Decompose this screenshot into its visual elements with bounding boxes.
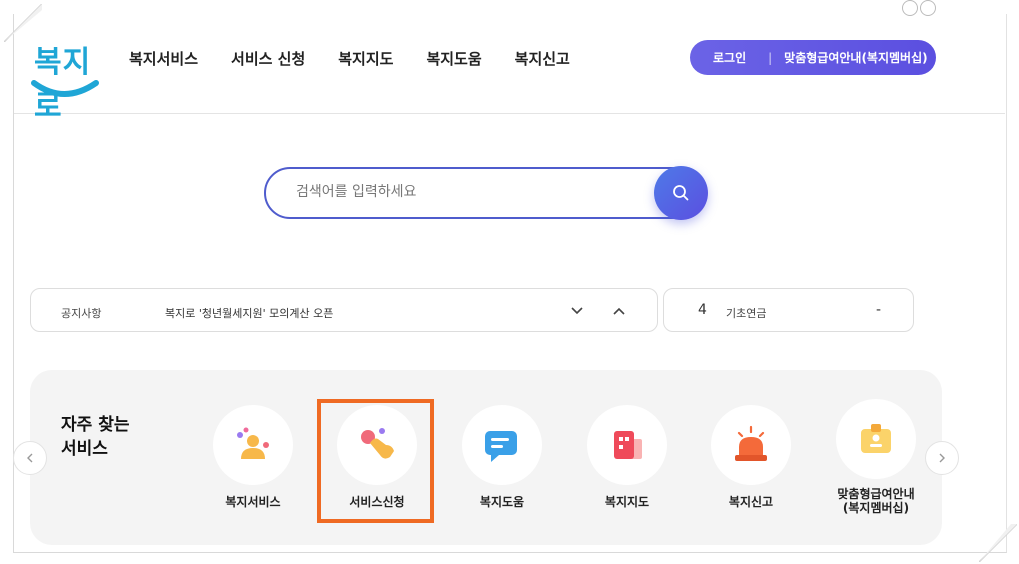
service-label: 복지도움 [479, 495, 525, 509]
panel-title: 자주 찾는 서비스 [61, 415, 130, 459]
search-box [264, 167, 704, 219]
service-label: 복지서비스 [225, 495, 281, 509]
login-button[interactable]: 로그인 [713, 49, 746, 66]
service-item-membership[interactable]: 맞춤형급여안내 (복지멤버십) [821, 399, 931, 515]
nav-welfare-service[interactable]: 복지서비스 [129, 48, 198, 69]
notice-link[interactable]: 복지로 '청년월세지원' 모의계산 오픈 [165, 305, 333, 321]
people-icon [237, 427, 269, 459]
highlight-box [317, 399, 434, 523]
nav-service-apply[interactable]: 서비스 신청 [231, 48, 305, 69]
search-input[interactable] [294, 183, 638, 201]
search-button[interactable] [654, 166, 708, 220]
notice-bar: 공지사항 복지로 '청년월세지원' 모의계산 오픈 [30, 288, 658, 332]
pill-divider: | [768, 50, 773, 65]
site-logo[interactable]: 복지로 [30, 37, 100, 124]
service-icon-circle [462, 405, 542, 485]
nav-welfare-report[interactable]: 복지신고 [515, 48, 570, 69]
service-icon-circle [836, 399, 916, 479]
service-icon-circle [711, 405, 791, 485]
ranking-title: 기초연금 [726, 307, 767, 320]
page-curl-decoration [979, 524, 1017, 562]
service-item-welfare-service[interactable]: 복지서비스 [198, 405, 308, 509]
service-icon-circle [213, 405, 293, 485]
nav-welfare-map[interactable]: 복지지도 [338, 48, 393, 69]
account-pill: 로그인 | 맞춤형급여안내(복지멤버십) [690, 40, 936, 75]
main-nav: 복지서비스 서비스 신청 복지지도 복지도움 복지신고 [129, 48, 603, 69]
search-icon [673, 185, 689, 201]
chevron-up-icon[interactable] [611, 303, 627, 319]
chat-bubble-icon [485, 431, 517, 462]
service-item-welfare-help[interactable]: 복지도움 [447, 405, 557, 509]
service-label: 맞춤형급여안내 (복지멤버십) [837, 487, 915, 515]
logo-smile-icon [31, 80, 99, 97]
site-header: 복지로 복지서비스 서비스 신청 복지지도 복지도움 복지신고 로그인 | 맞춤… [14, 15, 1005, 124]
chevron-right-icon [939, 453, 945, 463]
service-item-welfare-report[interactable]: 복지신고 [696, 405, 806, 509]
utility-circle-icon[interactable] [920, 0, 936, 16]
utility-bar [600, 0, 940, 16]
service-icon-circle [587, 405, 667, 485]
building-map-icon [614, 431, 642, 459]
chevron-left-icon [27, 453, 33, 463]
service-label: 복지지도 [604, 495, 650, 509]
membership-button[interactable]: 맞춤형급여안내(복지멤버십) [784, 49, 927, 66]
carousel-prev-button[interactable] [13, 441, 47, 475]
member-card-icon [861, 424, 891, 453]
popular-ranking[interactable]: 4 기초연금 - [663, 288, 914, 332]
utility-circle-icon[interactable] [902, 0, 918, 16]
chevron-down-icon[interactable] [569, 303, 585, 319]
ranking-change: - [876, 302, 882, 318]
service-label: 복지신고 [728, 495, 774, 509]
siren-icon [735, 425, 767, 461]
service-item-welfare-map[interactable]: 복지지도 [572, 405, 682, 509]
notice-label: 공지사항 [61, 307, 102, 320]
nav-welfare-help[interactable]: 복지도움 [426, 48, 481, 69]
ranking-number: 4 [698, 302, 707, 318]
